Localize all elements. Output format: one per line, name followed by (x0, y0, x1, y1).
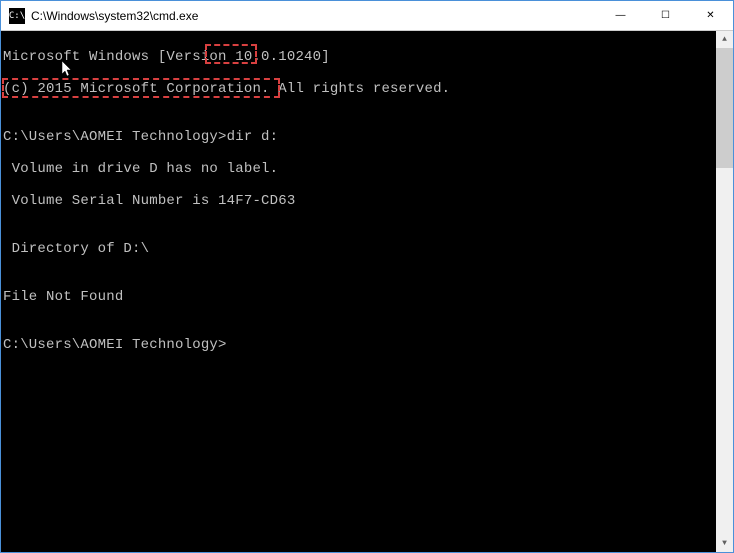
scroll-track[interactable] (716, 48, 733, 535)
output-line: Volume in drive D has no label. (3, 161, 716, 177)
scroll-thumb[interactable] (716, 48, 733, 168)
scroll-up-arrow-icon[interactable]: ▲ (716, 31, 733, 48)
window-controls: — ☐ ✕ (598, 1, 733, 30)
output-line: File Not Found (3, 289, 716, 305)
content-area: Microsoft Windows [Version 10.0.10240] (… (1, 31, 733, 552)
window-title: C:\Windows\system32\cmd.exe (31, 9, 598, 23)
window-titlebar: C:\ C:\Windows\system32\cmd.exe — ☐ ✕ (1, 1, 733, 31)
minimize-button[interactable]: — (598, 1, 643, 30)
maximize-button[interactable]: ☐ (643, 1, 688, 30)
vertical-scrollbar[interactable]: ▲ ▼ (716, 31, 733, 552)
output-line: Directory of D:\ (3, 241, 716, 257)
terminal-output[interactable]: Microsoft Windows [Version 10.0.10240] (… (1, 31, 716, 552)
close-button[interactable]: ✕ (688, 1, 733, 30)
prompt-line: C:\Users\AOMEI Technology> (3, 337, 716, 353)
output-line: Volume Serial Number is 14F7-CD63 (3, 193, 716, 209)
prompt-line: C:\Users\AOMEI Technology>dir d: (3, 129, 716, 145)
output-line: Microsoft Windows [Version 10.0.10240] (3, 49, 716, 65)
cmd-icon: C:\ (9, 8, 25, 24)
scroll-down-arrow-icon[interactable]: ▼ (716, 535, 733, 552)
output-line: (c) 2015 Microsoft Corporation. All righ… (3, 81, 716, 97)
